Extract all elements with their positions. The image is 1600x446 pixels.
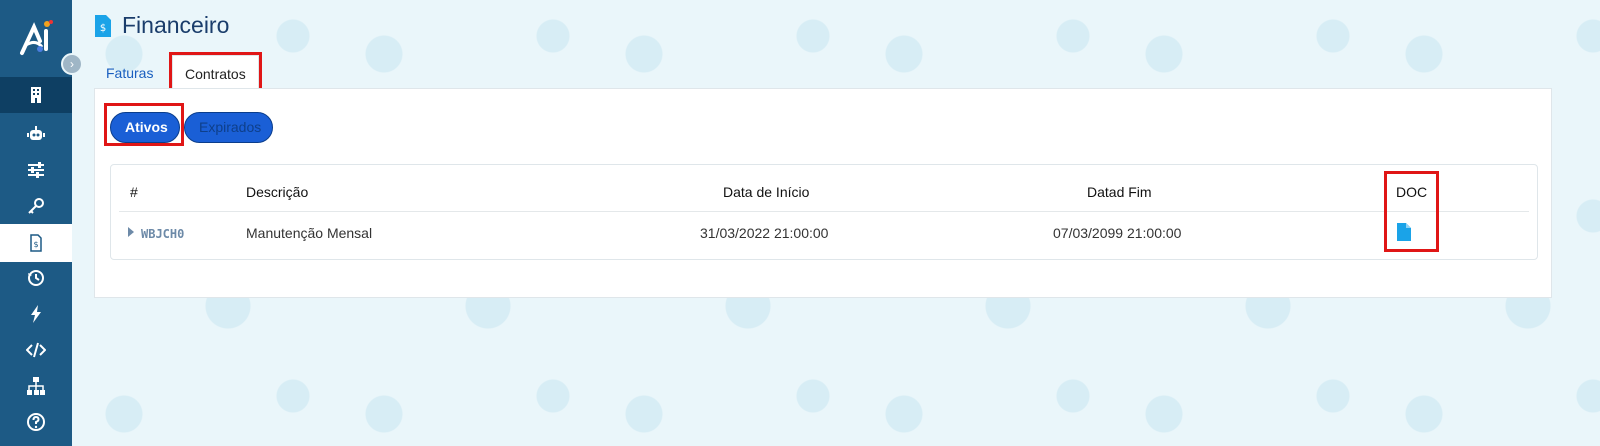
invoice-icon: $ <box>30 234 42 252</box>
column-header-data-inicio: Data de Início <box>723 184 810 200</box>
sidebar-item-key[interactable] <box>0 188 72 224</box>
document-icon[interactable] <box>1397 223 1411 241</box>
sitemap-icon <box>27 377 45 395</box>
table-row-descricao: Manutenção Mensal <box>246 225 373 241</box>
filter-expirados-button[interactable]: Expirados <box>184 112 273 143</box>
filter-ativos-button[interactable]: Ativos <box>110 112 180 143</box>
svg-text:$: $ <box>100 23 106 34</box>
code-icon <box>26 342 46 358</box>
contracts-table: # Descrição Data de Início Datad Fim DOC… <box>110 164 1538 260</box>
app-logo[interactable] <box>16 19 56 59</box>
tab-contratos[interactable]: Contratos <box>172 55 259 91</box>
chevron-right-icon: › <box>70 57 74 71</box>
tab-faturas[interactable]: Faturas <box>94 55 165 91</box>
building-icon <box>31 87 41 103</box>
expand-row-icon[interactable] <box>128 227 134 237</box>
robot-icon <box>27 126 45 140</box>
invoice-icon: $ <box>94 14 112 38</box>
column-header-data-fim: Datad Fim <box>1087 184 1152 200</box>
column-header-id: # <box>130 184 138 200</box>
sidebar-item-help[interactable] <box>0 404 72 440</box>
column-header-doc: DOC <box>1396 184 1428 200</box>
sliders-icon <box>28 162 44 178</box>
sidebar-item-sitemap[interactable] <box>0 368 72 404</box>
sidebar-item-code[interactable] <box>0 332 72 368</box>
sidebar-item-robot[interactable] <box>0 116 72 152</box>
bolt-icon <box>31 305 41 323</box>
help-icon <box>27 413 45 431</box>
header-divider <box>119 211 1529 212</box>
sidebar-item-sliders[interactable] <box>0 152 72 188</box>
svg-text:$: $ <box>33 240 38 249</box>
page-title-text: Financeiro <box>122 12 230 38</box>
sidebar-item-history[interactable] <box>0 260 72 296</box>
sidebar-toggle-button[interactable]: › <box>61 53 83 75</box>
column-header-descricao: Descrição <box>246 184 309 200</box>
table-row-data-inicio: 31/03/2022 21:00:00 <box>700 225 829 241</box>
sidebar-item-bolt[interactable] <box>0 296 72 332</box>
history-icon <box>28 270 44 286</box>
table-row-data-fim: 07/03/2099 21:00:00 <box>1053 225 1182 241</box>
page-title: $ Financeiro <box>94 12 229 39</box>
sidebar-item-financeiro[interactable]: $ <box>0 224 72 262</box>
key-icon <box>28 198 44 214</box>
table-row-id[interactable]: WBJCH0 <box>141 227 184 241</box>
contracts-card: Ativos Expirados # Descrição Data de Iní… <box>94 88 1552 298</box>
sidebar-item-building[interactable] <box>0 77 72 113</box>
